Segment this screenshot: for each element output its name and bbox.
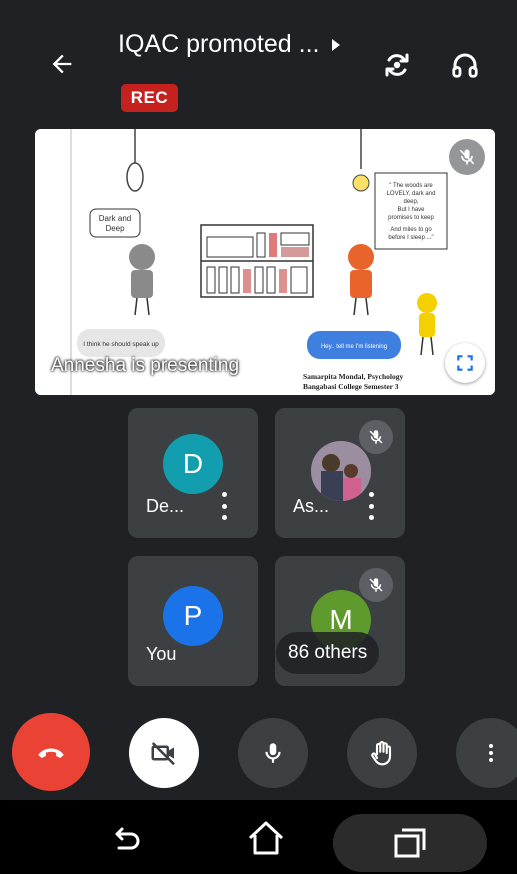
mic-off-icon [369, 430, 383, 444]
poem-line-4: But I have [397, 207, 425, 213]
headphones-icon [452, 53, 478, 78]
system-nav-bar [0, 800, 517, 874]
recents-icon [394, 828, 426, 858]
poem-line-1: " The woods are [389, 183, 433, 189]
raise-hand-icon [371, 741, 392, 766]
left-bubble-text: Dark and [99, 214, 131, 223]
system-back-button[interactable] [105, 820, 145, 860]
participant-tile[interactable]: As... [275, 408, 405, 538]
poem-line-5: promises to keep [388, 215, 434, 221]
mic-toggle-button[interactable] [238, 718, 308, 788]
back-button[interactable] [44, 46, 80, 82]
participant-more-button[interactable] [364, 492, 378, 520]
bottom-right-bubble-text: Hey.. tell me I'm listening [321, 344, 387, 350]
mic-off-icon [369, 578, 383, 592]
poem-line-6: And miles to go [390, 227, 432, 233]
bottom-left-bubble-text: I think he should speak up [83, 341, 159, 348]
others-count-label[interactable]: 86 others [276, 632, 380, 674]
meeting-stage: Dark and Deep " The woods are LOVELY, da… [0, 125, 517, 710]
avatar: P [163, 586, 223, 646]
avatar-initial: P [183, 600, 203, 631]
call-controls [0, 710, 517, 800]
participant-mic-off [359, 568, 393, 602]
participant-mic-off [359, 420, 393, 454]
audio-output-button[interactable] [446, 46, 484, 84]
arrow-back-icon [52, 54, 72, 74]
more-vert-icon [489, 744, 493, 762]
fullscreen-icon [457, 355, 473, 371]
triangle-right-icon [329, 38, 343, 52]
presentation-tile[interactable]: Dark and Deep " The woods are LOVELY, da… [35, 129, 495, 395]
avatar: D [163, 434, 223, 494]
presenter-mic-off-button [449, 139, 485, 175]
back-icon [115, 827, 140, 850]
system-recents-button[interactable] [333, 814, 487, 872]
avatar-initial: D [182, 448, 204, 479]
system-home-button[interactable] [244, 816, 288, 860]
participant-name: You [146, 644, 177, 664]
poem-line-3: deep, [403, 199, 418, 205]
meeting-title-button[interactable]: IQAC promoted ... [118, 30, 343, 59]
slide-footer-1: Samarpita Mondal, Psychology [303, 372, 403, 381]
poem-line-2: LOVELY, dark and [387, 191, 436, 197]
participant-tile-self[interactable]: P You [128, 556, 258, 686]
meeting-title: IQAC promoted ... [118, 30, 320, 58]
switch-camera-icon [385, 53, 409, 77]
home-icon [248, 821, 284, 855]
camera-toggle-button[interactable] [129, 718, 199, 788]
meeting-header: IQAC promoted ... REC [0, 0, 517, 125]
recording-badge: REC [121, 84, 178, 112]
switch-camera-button[interactable] [378, 46, 416, 84]
mic-off-icon [459, 149, 475, 165]
end-call-button[interactable] [12, 713, 90, 791]
left-bubble-text-2: Deep [105, 224, 125, 233]
poem-line-7: before I sleep ..." [388, 235, 433, 241]
slide-footer-2: Bangabasi College Semester 3 [303, 382, 399, 391]
presenter-label: Annesha is presenting [51, 355, 240, 376]
raise-hand-button[interactable] [347, 718, 417, 788]
participant-more-button[interactable] [217, 492, 231, 520]
participant-tile[interactable]: D De... [128, 408, 258, 538]
fullscreen-button[interactable] [445, 343, 485, 383]
participant-name: As... [293, 496, 330, 516]
camera-off-icon [151, 742, 175, 766]
end-call-icon [38, 748, 64, 758]
participant-name: De... [146, 496, 185, 516]
more-options-button[interactable] [456, 718, 517, 788]
mic-icon [265, 743, 281, 763]
avatar-photo [311, 441, 371, 501]
